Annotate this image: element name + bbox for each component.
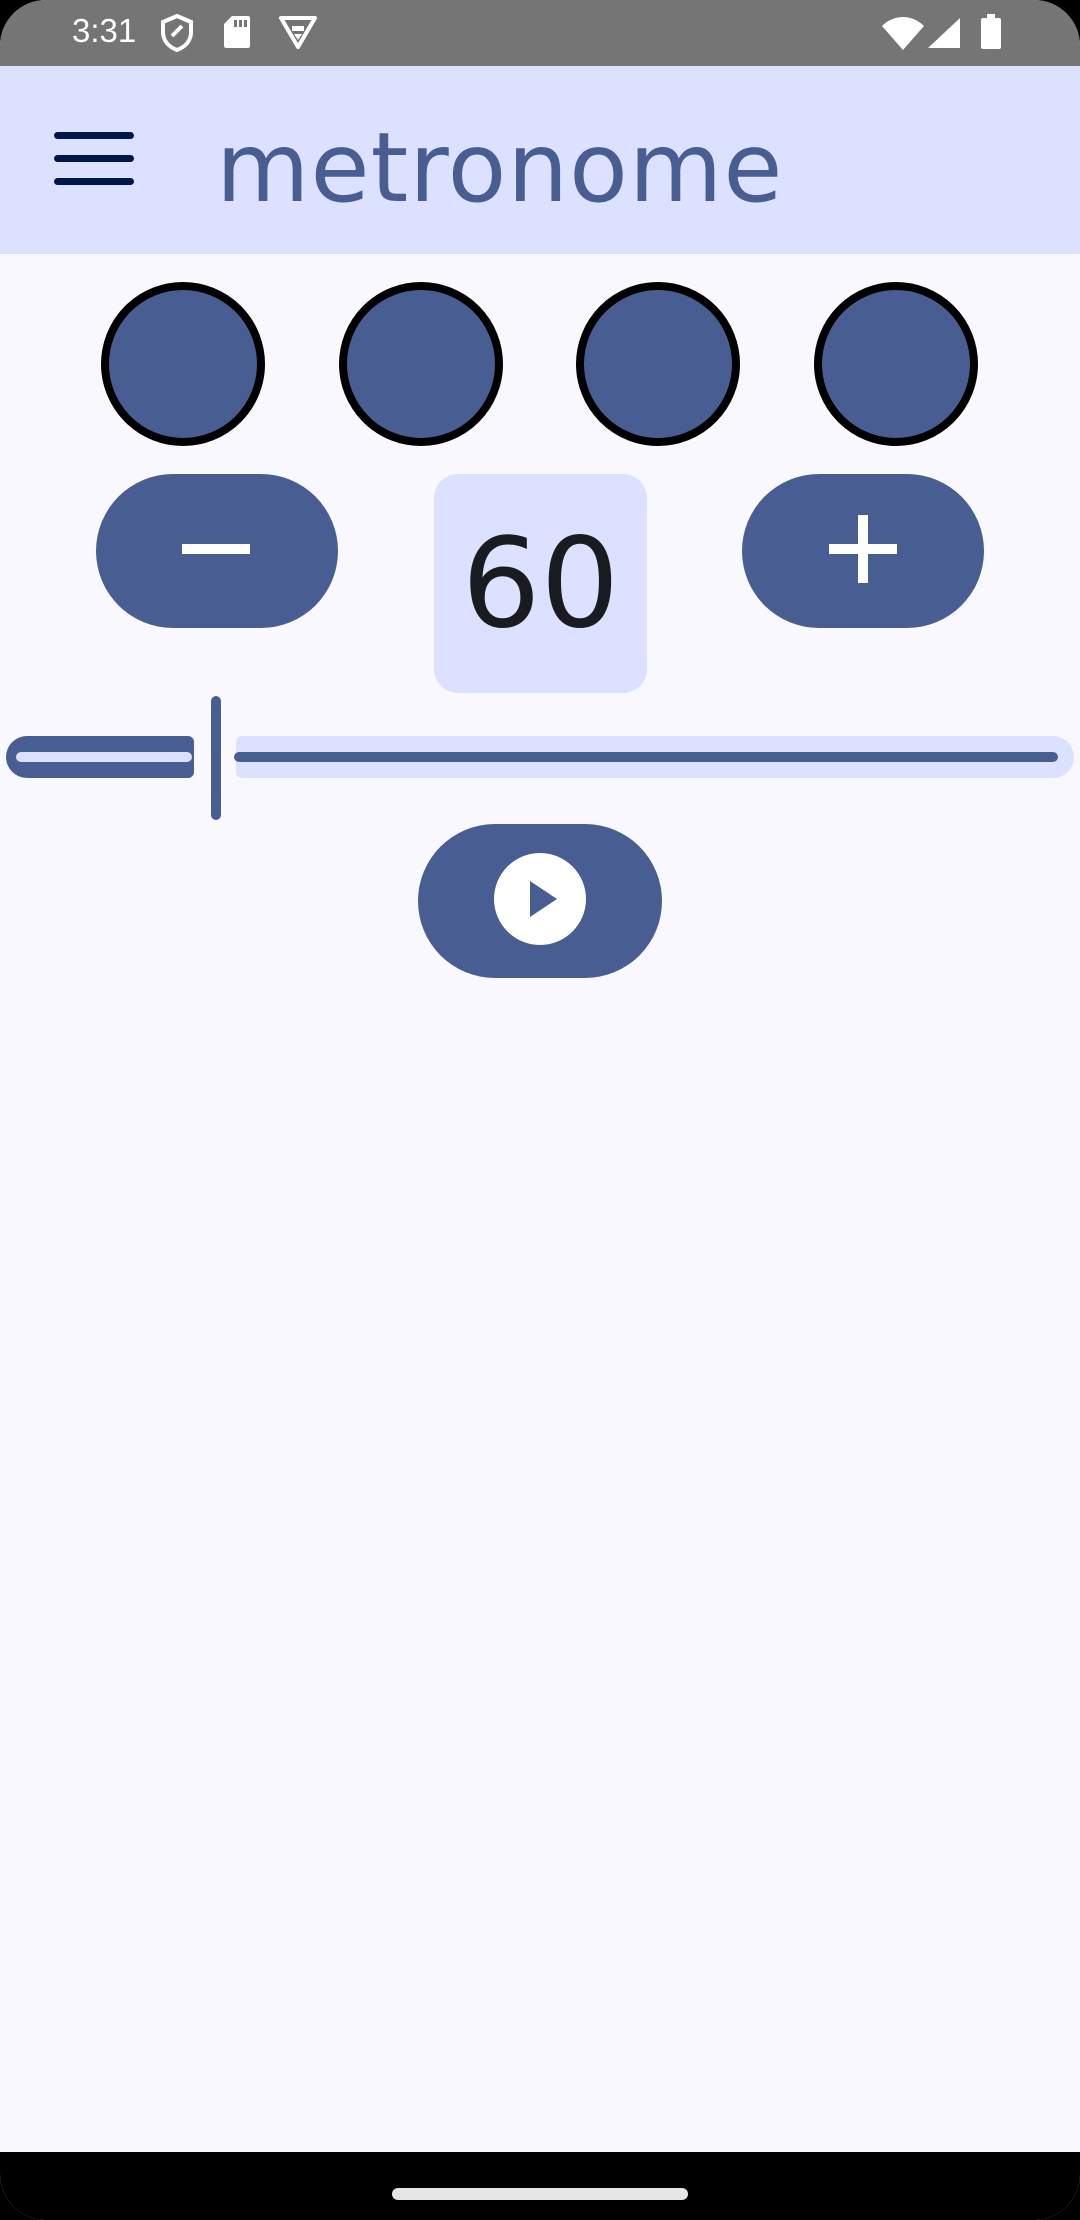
status-time: 3:31 — [72, 12, 137, 49]
shield-icon — [160, 13, 194, 57]
slider-track-line — [234, 752, 1058, 762]
play-circle-icon — [493, 852, 587, 951]
play-button[interactable] — [418, 824, 662, 978]
hamburger-menu-icon — [52, 130, 136, 193]
system-navigation-bar — [0, 2152, 1080, 2220]
cell-signal-icon — [926, 16, 962, 55]
sd-card-icon — [222, 14, 252, 55]
beat-indicators — [0, 282, 1080, 446]
bpm-display[interactable]: 60 — [434, 474, 647, 693]
beat-indicator-2 — [339, 282, 503, 446]
tempo-slider[interactable] — [0, 696, 1080, 822]
home-gesture-handle[interactable] — [392, 2188, 688, 2200]
increase-tempo-button[interactable] — [742, 474, 984, 628]
top-app-bar: metronome — [0, 66, 1080, 254]
decrease-tempo-button[interactable] — [96, 474, 338, 628]
app-title: metronome — [216, 112, 784, 224]
app-screen: 3:31 metronome 60 — [0, 0, 1080, 2220]
beat-indicator-4 — [814, 282, 978, 446]
plus-icon — [829, 514, 897, 588]
slider-thumb[interactable] — [211, 696, 221, 820]
wifi-icon — [880, 16, 926, 55]
beat-indicator-1 — [101, 282, 265, 446]
minus-icon — [182, 542, 252, 561]
beat-indicator-3 — [576, 282, 740, 446]
bpm-value: 60 — [461, 511, 620, 656]
status-bar: 3:31 — [0, 0, 1080, 66]
navigation-menu-button[interactable] — [40, 116, 148, 206]
vpn-icon — [278, 14, 318, 55]
slider-active-line — [16, 752, 192, 762]
battery-icon — [980, 14, 1002, 55]
